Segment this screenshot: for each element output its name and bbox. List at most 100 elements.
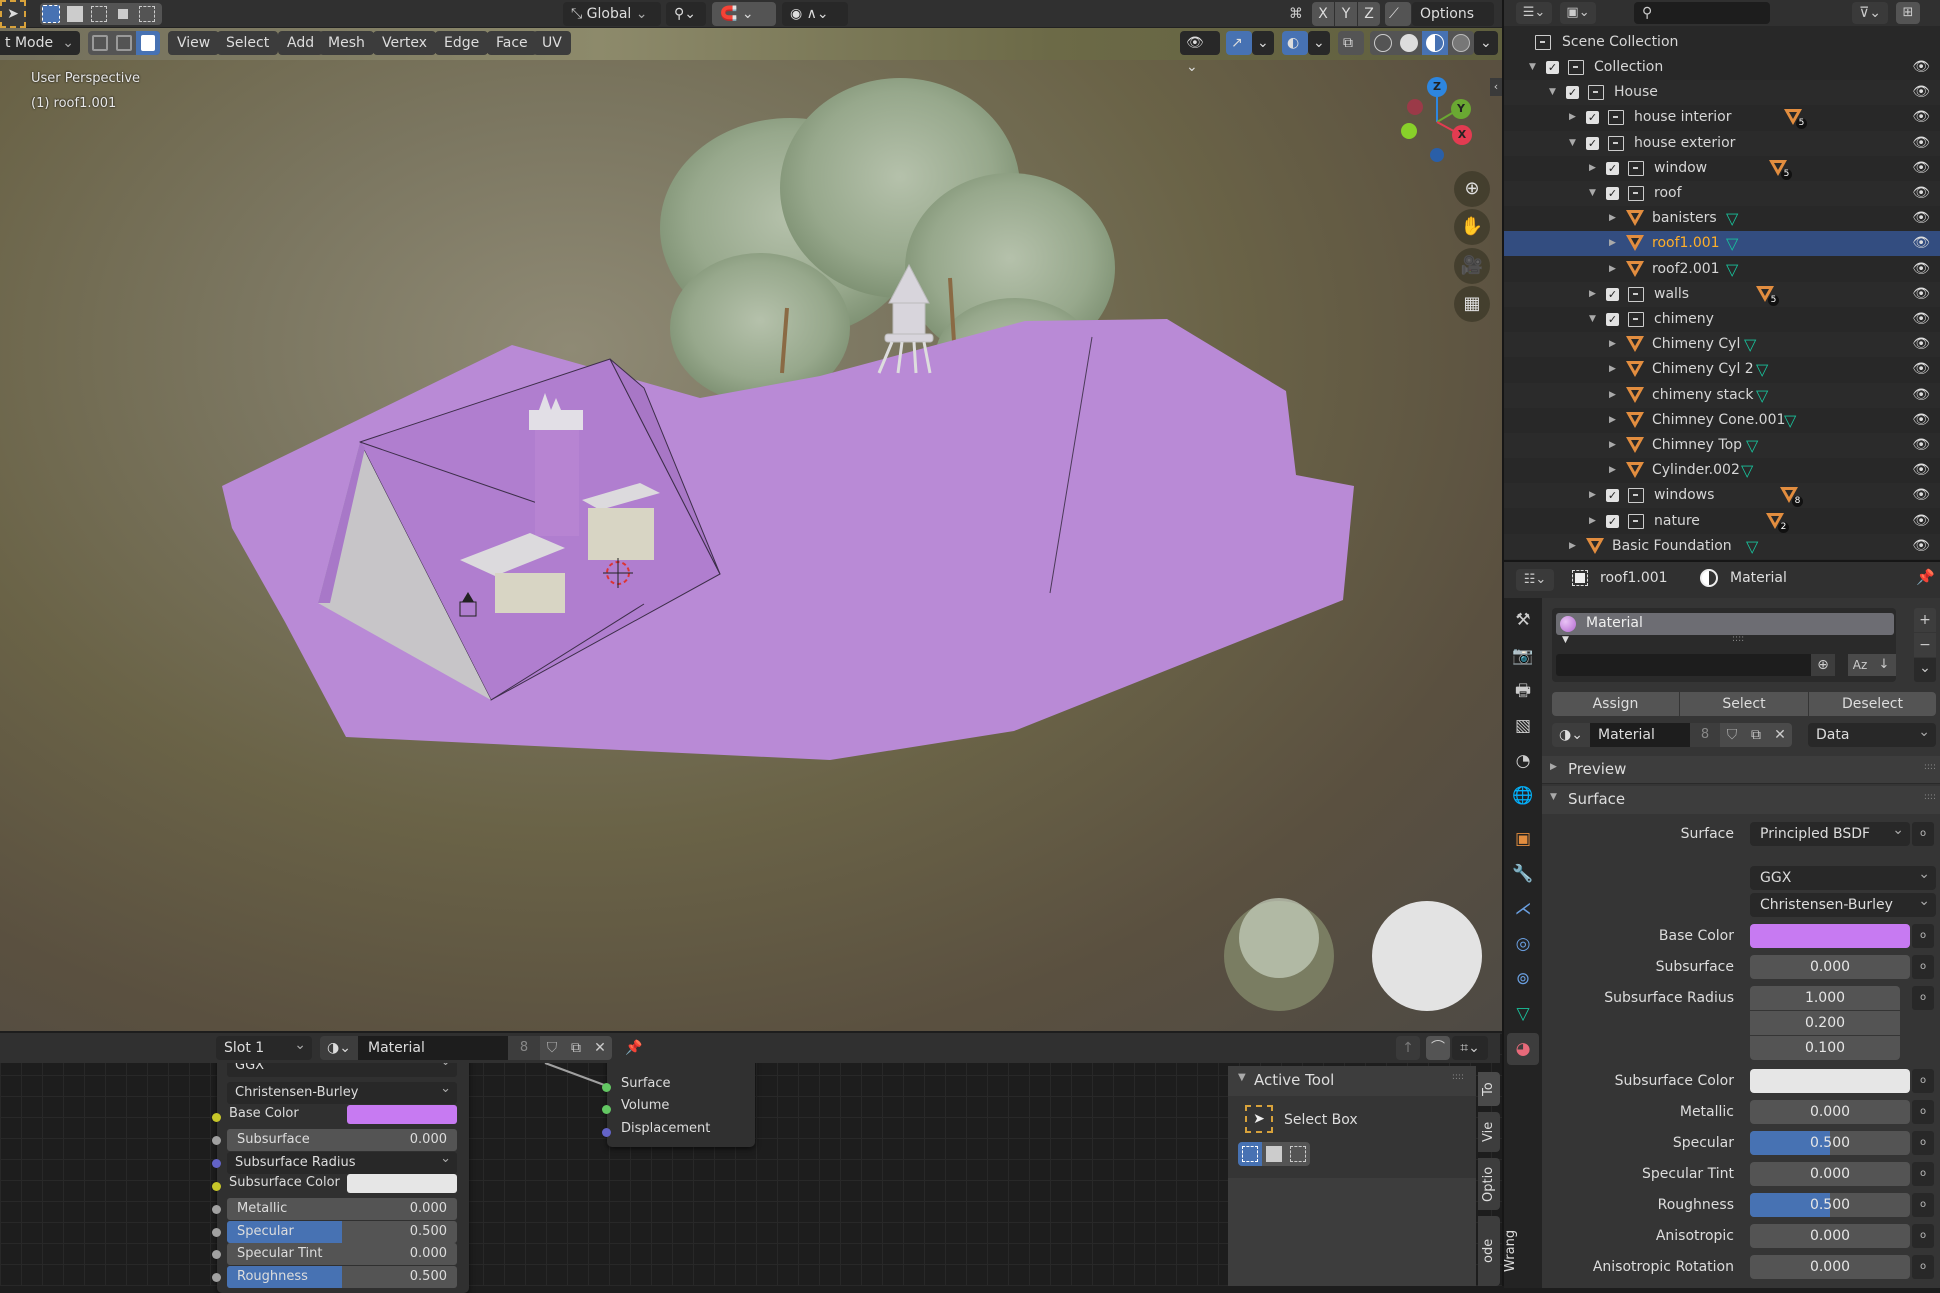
menu-uv[interactable]: UV <box>533 31 571 55</box>
node-snap-toggle[interactable]: ⌒ <box>1426 1036 1450 1060</box>
outliner-collection-row[interactable]: ▶ ✓ house interior 5 👁 <box>1504 105 1940 130</box>
disclosure-icon[interactable]: ▶ <box>1609 332 1616 357</box>
node-unlink-icon[interactable]: ✕ <box>588 1036 612 1060</box>
expanded-icon[interactable]: ▼ <box>1529 55 1536 80</box>
surface-socket-icon[interactable]: o <box>1912 822 1934 846</box>
browse-material-dropdown[interactable]: ◑⌄ <box>1552 723 1590 747</box>
x-axis-icon[interactable]: X <box>1452 125 1472 145</box>
metallic-field[interactable]: 0.000 <box>1750 1100 1910 1124</box>
select-new-icon[interactable] <box>42 5 60 23</box>
disclosure-icon[interactable]: ▶ <box>1589 282 1596 307</box>
exclude-checkbox[interactable]: ✓ <box>1606 514 1619 528</box>
specular-tint-field[interactable]: 0.000 <box>1750 1162 1910 1186</box>
anisotropic-rotation-socket-icon[interactable]: o <box>1912 1255 1934 1279</box>
mode-new-icon[interactable] <box>1238 1142 1262 1166</box>
transform-orientation-dropdown[interactable]: ⤡ Global ⌄ <box>563 2 661 26</box>
visibility-eye-icon[interactable]: 👁 <box>1912 231 1930 256</box>
mirror-z-toggle[interactable]: Z <box>1358 2 1380 26</box>
list-expand-icon[interactable]: ▼ <box>1562 635 1569 645</box>
sort-alpha-icon[interactable]: Az <box>1848 654 1872 676</box>
visibility-eye-icon[interactable]: 👁 <box>1912 257 1930 282</box>
surface-panel-header[interactable]: ▼ Surface :::: <box>1542 786 1940 814</box>
mesh-data-icon[interactable]: ▽ <box>1756 386 1774 405</box>
output-tab-icon[interactable]: 🖶 <box>1507 675 1539 707</box>
mesh-data-icon[interactable]: ▽ <box>1726 235 1744 253</box>
active-tool-panel-header[interactable]: ▼ Active Tool :::: <box>1228 1066 1476 1094</box>
outliner-object-row[interactable]: ▶ Chimney Cone.001 ▽ 👁 <box>1504 408 1940 433</box>
surface-input-socket[interactable] <box>602 1083 611 1092</box>
editor-type-dropdown[interactable]: ☷⌄ <box>1516 569 1554 591</box>
tool-tab-icon[interactable]: ⚒ <box>1507 604 1539 636</box>
visibility-eye-icon[interactable]: 👁 <box>1912 383 1930 408</box>
select-extend-icon[interactable] <box>67 6 83 22</box>
sidebar-tab-view[interactable]: Vie <box>1478 1112 1500 1152</box>
visibility-dropdown[interactable]: 👁⌄ <box>1180 31 1220 75</box>
base-color-socket-icon[interactable]: o <box>1912 924 1934 948</box>
modifier-tab-icon[interactable]: 🔧 <box>1507 858 1539 890</box>
roughness-slider[interactable]: 0.500 <box>1750 1193 1910 1217</box>
exclude-checkbox[interactable]: ✓ <box>1546 61 1559 74</box>
sort-reverse-icon[interactable]: ↓ <box>1872 654 1896 676</box>
visibility-eye-icon[interactable]: 👁 <box>1912 433 1930 458</box>
remove-slot-button[interactable]: − <box>1914 633 1936 657</box>
select-intersect-icon[interactable] <box>139 6 155 22</box>
visibility-eye-icon[interactable]: 👁 <box>1912 307 1930 332</box>
roughness-socket[interactable] <box>212 1273 221 1282</box>
anisotropic-rotation-field[interactable]: 0.000 <box>1750 1255 1910 1279</box>
disclosure-icon[interactable]: ▶ <box>1569 534 1576 559</box>
disclosure-icon[interactable]: ▶ <box>1609 206 1616 231</box>
node-pin-icon[interactable]: 📌 <box>622 1036 646 1060</box>
fake-user-shield-icon[interactable]: ⛉ <box>1720 723 1744 747</box>
subsurface-color-socket-icon[interactable]: o <box>1912 1069 1934 1093</box>
subsurface-socket[interactable] <box>212 1136 221 1145</box>
exclude-checkbox[interactable]: ✓ <box>1586 136 1599 150</box>
neg-z-axis-icon[interactable] <box>1430 148 1444 162</box>
visibility-eye-icon[interactable]: 👁 <box>1912 332 1930 357</box>
outliner-collection-row[interactable]: ▼ ✓ house exterior 👁 <box>1504 130 1940 156</box>
node-browse-material-dropdown[interactable]: ◑⌄ <box>320 1036 358 1060</box>
outliner-object-row[interactable]: ▶ roof2.001 ▽ 👁 <box>1504 257 1940 282</box>
y-axis-icon[interactable]: Y <box>1451 99 1471 119</box>
new-collection-button[interactable]: ⊞ <box>1896 2 1920 24</box>
volume-input-socket[interactable] <box>602 1105 611 1114</box>
metallic-socket[interactable] <box>212 1205 221 1214</box>
menu-edge[interactable]: Edge <box>435 31 489 55</box>
mesh-data-icon[interactable]: ▽ <box>1726 260 1744 279</box>
slot-dropdown[interactable]: Slot 1 ⌄ <box>216 1036 312 1060</box>
visibility-eye-icon[interactable]: 👁 <box>1912 55 1930 80</box>
auto-merge-icon[interactable]: ⟋ <box>1385 2 1411 26</box>
subsurface-socket-icon[interactable]: o <box>1912 955 1934 979</box>
node-roughness-slider[interactable]: Roughness 0.500 <box>227 1266 457 1288</box>
link-dropdown[interactable]: Data ⌄ <box>1808 723 1936 747</box>
world-tab-icon[interactable]: 🌐 <box>1507 780 1539 812</box>
outliner-collection-row[interactable]: ▼ ✓ roof 👁 <box>1504 181 1940 206</box>
subsurface-radius-x-field[interactable]: 1.000 <box>1750 986 1900 1010</box>
material-output-node[interactable]: Surface Volume Displacement <box>602 1053 755 1147</box>
subsurface-radius-socket-icon[interactable]: o <box>1912 986 1934 1010</box>
node-duplicate-icon[interactable]: ⧉ <box>564 1036 588 1060</box>
node-material-name-field[interactable]: Material <box>358 1036 508 1060</box>
exclude-checkbox[interactable]: ✓ <box>1606 489 1619 503</box>
disclosure-icon[interactable]: ▶ <box>1609 257 1616 282</box>
distribution-dropdown[interactable]: GGX <box>1750 862 1936 890</box>
disclosure-icon[interactable]: ▶ <box>1609 357 1616 382</box>
outliner-object-row[interactable]: ▶ Chimney Top ▽ 👁 <box>1504 433 1940 458</box>
scene-tab-icon[interactable]: ◔ <box>1507 745 1539 777</box>
mesh-data-icon[interactable]: ▽ <box>1784 411 1802 430</box>
visibility-eye-icon[interactable]: 👁 <box>1912 181 1930 206</box>
specular-tint-socket-icon[interactable]: o <box>1912 1162 1934 1186</box>
visibility-eye-icon[interactable]: 👁 <box>1912 483 1930 508</box>
exclude-checkbox[interactable]: ✓ <box>1606 313 1619 326</box>
menu-select[interactable]: Select <box>217 31 279 55</box>
visibility-eye-icon[interactable]: 👁 <box>1912 357 1930 382</box>
neg-x-axis-icon[interactable] <box>1407 99 1423 115</box>
visibility-eye-icon[interactable]: 👁 <box>1912 80 1930 105</box>
subsurface-method-dropdown[interactable]: Christensen-Burley <box>1750 889 1936 917</box>
specular-tint-socket[interactable] <box>212 1250 221 1259</box>
specular-socket-icon[interactable]: o <box>1912 1131 1934 1155</box>
node-subsurface-field[interactable]: Subsurface 0.000 <box>227 1129 457 1151</box>
neg-y-axis-icon[interactable] <box>1401 123 1417 139</box>
shading-dropdown[interactable]: ⌄ <box>1474 31 1498 55</box>
expanded-icon[interactable]: ▼ <box>1549 80 1556 105</box>
drag-handle-icon[interactable]: :::: <box>1452 1072 1464 1082</box>
